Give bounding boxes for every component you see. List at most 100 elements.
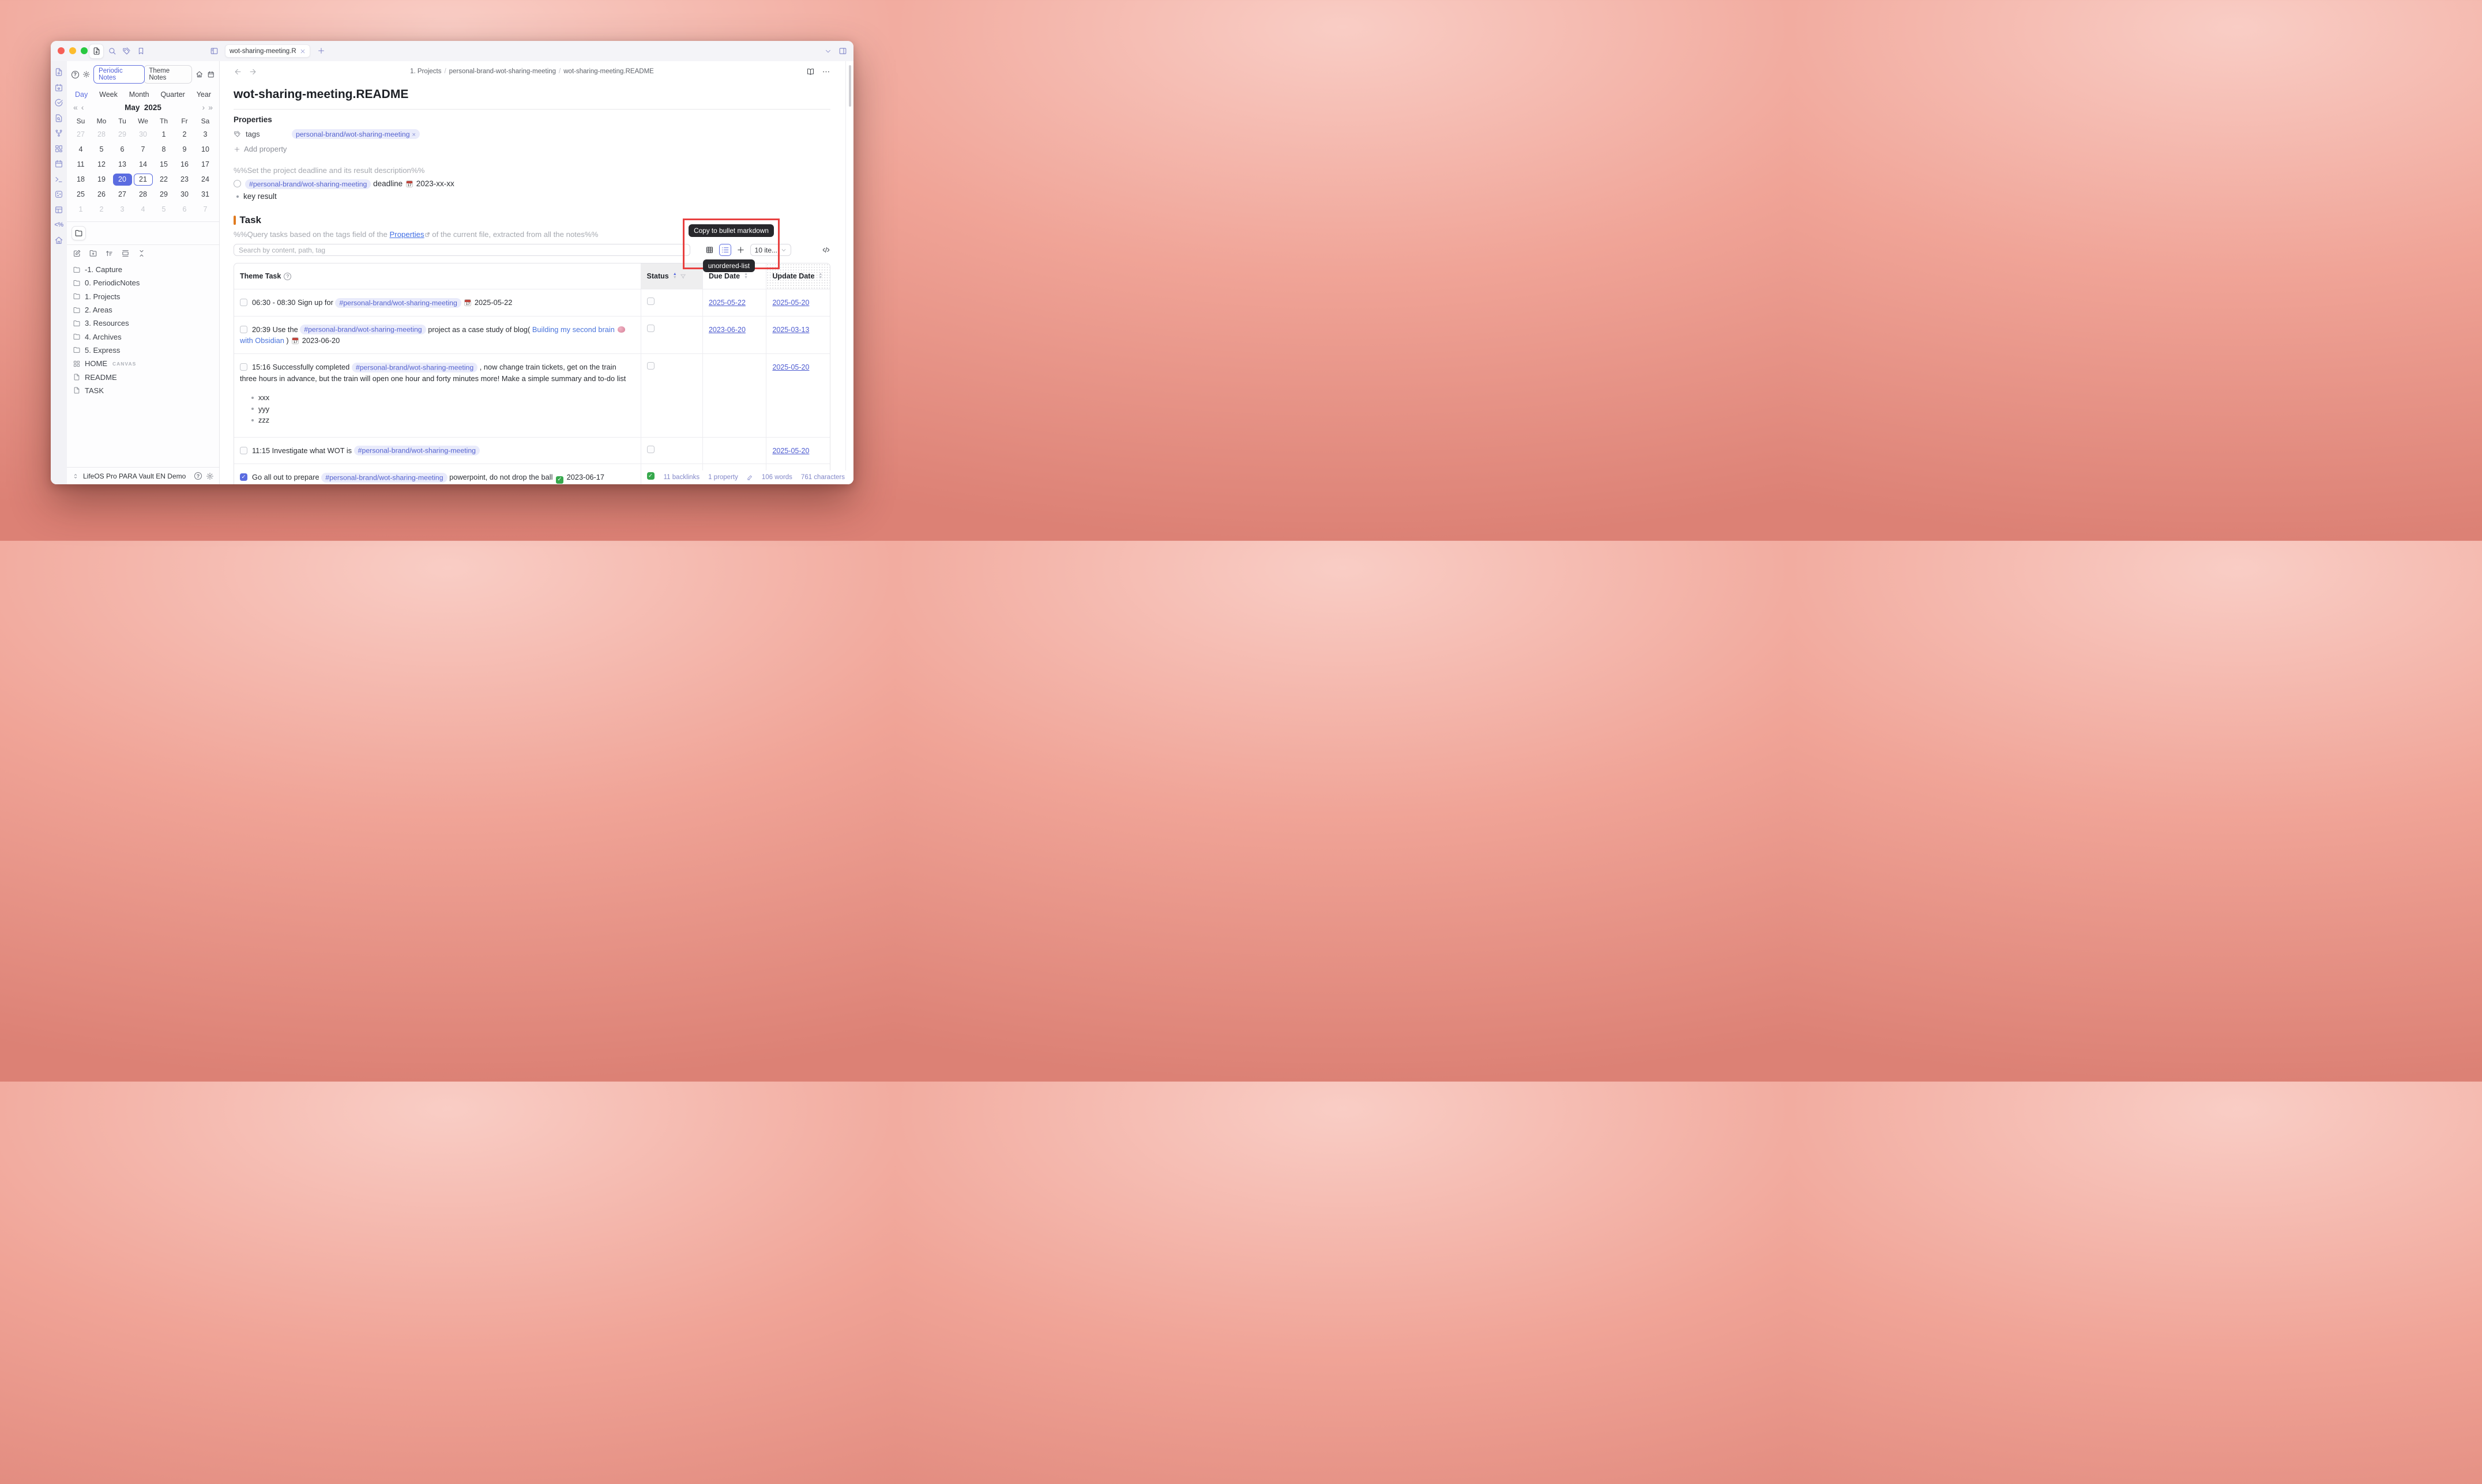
tag-pill[interactable]: #personal-brand/wot-sharing-meeting [300, 325, 426, 334]
new-note-button[interactable] [89, 44, 104, 59]
vault-settings-icon[interactable] [206, 472, 214, 480]
calendar-day[interactable]: 20 [112, 172, 133, 187]
add-property-button[interactable]: Add property [234, 145, 830, 153]
collapse-all-icon[interactable] [137, 249, 146, 258]
tree-item[interactable]: 5. Express [70, 344, 216, 357]
calendar-day[interactable]: 18 [70, 172, 91, 187]
items-per-page-dropdown[interactable]: 10 ite... [750, 244, 791, 256]
minimize-window-button[interactable] [69, 47, 76, 54]
close-window-button[interactable] [58, 47, 65, 54]
calendar-day[interactable]: 24 [195, 172, 216, 187]
view-tab-week[interactable]: Week [99, 91, 118, 99]
next-year-button[interactable]: » [206, 103, 215, 112]
scrollbar-thumb[interactable] [849, 65, 851, 107]
tree-item[interactable]: 2. Areas [70, 303, 216, 317]
help-icon[interactable]: ? [72, 71, 79, 78]
new-note-icon[interactable] [73, 249, 81, 258]
right-sidebar-toggle-icon[interactable] [838, 47, 847, 55]
tag-pill[interactable]: #personal-brand/wot-sharing-meeting [245, 179, 371, 189]
update-date-link[interactable]: 2025-03-13 [772, 326, 809, 334]
calendar-day[interactable]: 13 [112, 157, 133, 172]
task-radio[interactable] [234, 180, 241, 187]
tree-item[interactable]: README [70, 370, 216, 383]
calendar-day[interactable]: 17 [195, 157, 216, 172]
column-header-status[interactable]: Status▲▼ [641, 263, 702, 289]
calendar-day[interactable]: 1 [153, 127, 174, 142]
next-month-button[interactable]: › [201, 103, 207, 112]
tab-theme-notes[interactable]: Theme Notes [144, 65, 192, 84]
collapse-rows-icon[interactable] [121, 249, 130, 258]
add-task-icon[interactable] [736, 246, 745, 254]
calendar-day[interactable]: 14 [133, 157, 153, 172]
calendar-day[interactable]: 5 [91, 142, 112, 157]
tags-icon[interactable] [122, 47, 131, 55]
calendar-day[interactable]: 16 [174, 157, 195, 172]
calendar-day[interactable]: 29 [112, 127, 133, 142]
calendar-day[interactable]: 12 [91, 157, 112, 172]
prev-month-button[interactable]: ‹ [80, 103, 86, 112]
breadcrumb-item[interactable]: personal-brand-wot-sharing-meeting [449, 68, 556, 75]
calendar-day[interactable]: 4 [70, 142, 91, 157]
backlinks-count[interactable]: 11 backlinks [664, 474, 700, 481]
calendar-day[interactable]: 15 [153, 157, 174, 172]
task-checkbox[interactable] [240, 363, 247, 371]
tree-item[interactable]: 0. PeriodicNotes [70, 276, 216, 289]
vault-switcher[interactable]: LifeOS Pro PARA Vault EN Demo ? [67, 467, 219, 484]
calendar-day[interactable]: 27 [112, 187, 133, 202]
update-date-link[interactable]: 2025-05-20 [772, 299, 809, 307]
calendar-day[interactable]: 25 [70, 187, 91, 202]
calendar-day[interactable]: 31 [195, 187, 216, 202]
tab-list-chevron-icon[interactable] [825, 48, 832, 55]
update-date-link[interactable]: 2025-05-20 [772, 363, 809, 371]
view-tab-day[interactable]: Day [75, 91, 88, 99]
calendar-day[interactable]: 6 [112, 142, 133, 157]
home-icon[interactable] [195, 70, 203, 78]
calendar-day[interactable]: 11 [70, 157, 91, 172]
status-checkbox[interactable] [647, 362, 655, 370]
calendar-day[interactable]: 2 [174, 127, 195, 142]
due-date-link[interactable]: 2025-05-22 [709, 299, 746, 307]
tag-pill[interactable]: personal-brand/wot-sharing-meeting× [292, 129, 420, 139]
left-sidebar-toggle-icon[interactable] [210, 47, 219, 55]
tree-item[interactable]: 1. Projects [70, 290, 216, 303]
random-note-icon[interactable] [54, 190, 63, 199]
breadcrumb-item[interactable]: 1. Projects [410, 68, 441, 75]
templater-icon[interactable]: <% [54, 220, 63, 229]
calendar-day[interactable]: 19 [91, 172, 112, 187]
tab-active[interactable]: wot-sharing-meeting.RE... [225, 44, 310, 58]
status-checkbox[interactable] [647, 472, 655, 480]
calendar-day[interactable]: 22 [153, 172, 174, 187]
terminal-icon[interactable] [54, 175, 63, 184]
bookmark-icon[interactable] [137, 47, 145, 55]
calendar-day[interactable]: 28 [91, 127, 112, 142]
zoom-window-button[interactable] [81, 47, 88, 54]
search-icon[interactable] [108, 47, 116, 55]
tree-item[interactable]: HOMECANVAS [70, 357, 216, 370]
close-tab-icon[interactable] [300, 48, 306, 54]
tag-pill[interactable]: #personal-brand/wot-sharing-meeting [352, 363, 477, 372]
code-view-icon[interactable] [822, 246, 830, 254]
file-explorer-tab[interactable] [72, 226, 86, 240]
dashboard-icon[interactable] [54, 144, 63, 153]
calendar-day[interactable]: 28 [133, 187, 153, 202]
internal-link[interactable]: with Obsidian [240, 336, 284, 345]
property-count[interactable]: 1 property [708, 474, 738, 481]
calendar-day[interactable]: 2 [91, 202, 112, 217]
calendar-day[interactable]: 10 [195, 142, 216, 157]
calendar-day[interactable]: 26 [91, 187, 112, 202]
task-checkbox[interactable] [240, 326, 247, 333]
tree-item[interactable]: TASK [70, 384, 216, 397]
breadcrumb-item[interactable]: wot-sharing-meeting.README [563, 68, 654, 75]
table-view-icon[interactable] [705, 246, 714, 254]
calendar-day[interactable]: 1 [70, 202, 91, 217]
tag-pill[interactable]: #personal-brand/wot-sharing-meeting [335, 298, 461, 308]
properties-link[interactable]: Properties [390, 230, 424, 239]
update-date-link[interactable]: 2025-05-20 [772, 447, 809, 455]
calendar-day[interactable]: 8 [153, 142, 174, 157]
status-checkbox[interactable] [647, 325, 655, 332]
task-checkbox[interactable] [240, 299, 247, 306]
status-checkbox[interactable] [647, 297, 655, 305]
graph-icon[interactable] [54, 129, 63, 138]
calendar-day[interactable]: 3 [112, 202, 133, 217]
calendar-day[interactable]: 6 [174, 202, 195, 217]
